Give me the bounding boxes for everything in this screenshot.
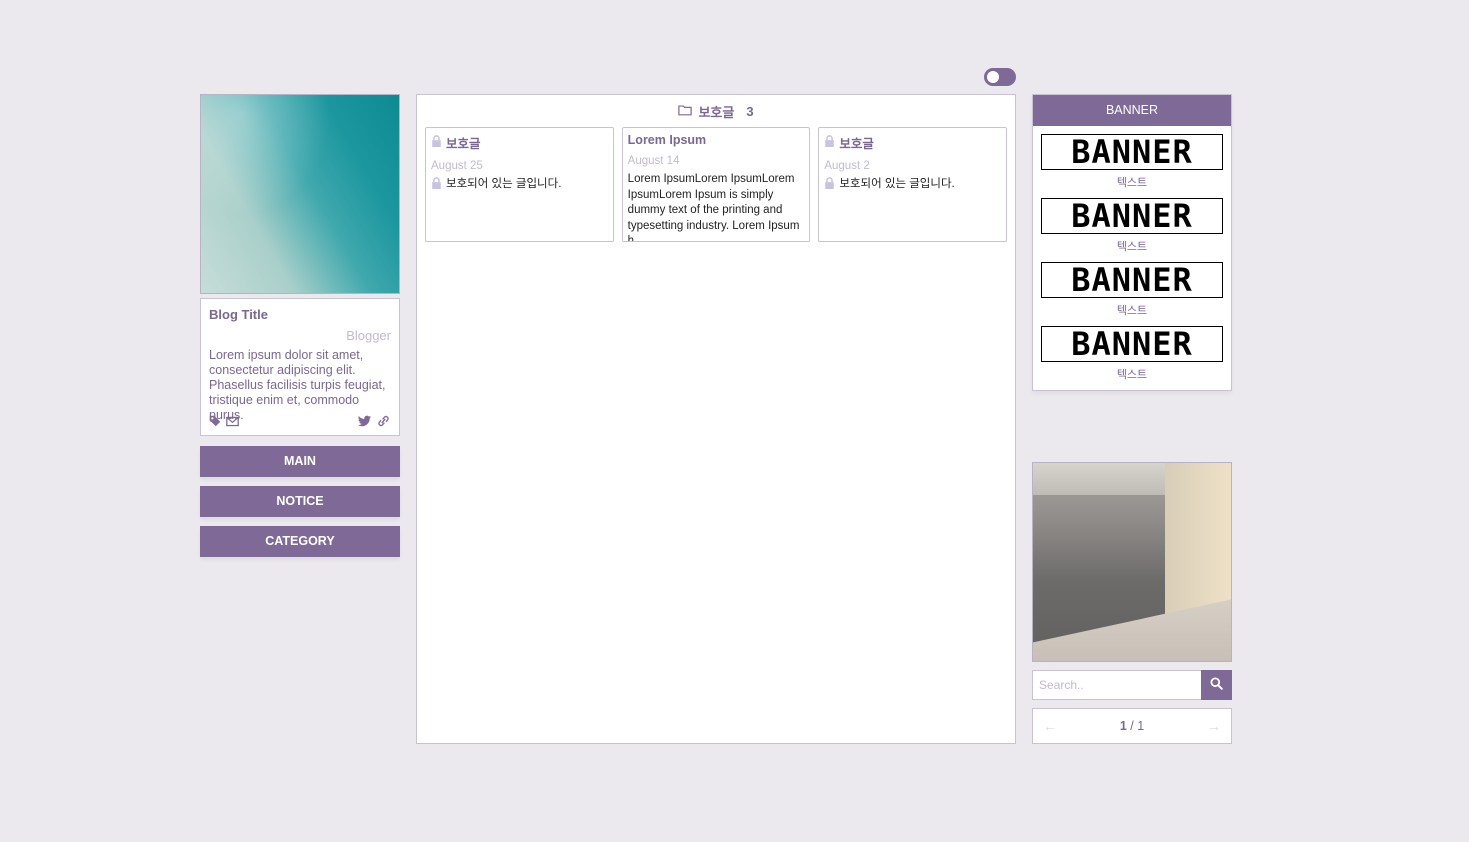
sidebar-photo xyxy=(1032,462,1232,662)
prev-page-arrow-icon[interactable]: ← xyxy=(1043,718,1057,734)
post-excerpt: 보호되어 있는 글입니다. xyxy=(446,178,562,190)
blog-title: Blog Title xyxy=(209,307,268,322)
banner-item: BANNER 텍스트 xyxy=(1033,326,1231,382)
nav-category-button[interactable]: CATEGORY xyxy=(200,526,400,557)
post-card[interactable]: 보호글 August 2 보호되어 있는 글입니다. xyxy=(818,127,1008,242)
lock-icon xyxy=(431,135,442,150)
link-icon[interactable] xyxy=(376,415,391,427)
banner-item: BANNER 텍스트 xyxy=(1033,198,1231,254)
post-excerpt: 보호되어 있는 글입니다. xyxy=(839,178,955,190)
post-title: Lorem Ipsum xyxy=(627,133,707,147)
banner-item: BANNER 텍스트 xyxy=(1033,262,1231,318)
category-count: 3 xyxy=(746,103,754,119)
theme-toggle[interactable] xyxy=(984,68,1016,86)
tag-icon[interactable] xyxy=(209,415,221,427)
post-date: August 2 xyxy=(824,160,870,172)
search-icon xyxy=(1210,677,1223,693)
search-bar xyxy=(1032,670,1232,700)
twitter-icon[interactable] xyxy=(358,415,371,427)
nav-main-button[interactable]: MAIN xyxy=(200,446,400,477)
blogger-name: Blogger xyxy=(346,328,391,343)
banner-caption: 텍스트 xyxy=(1116,177,1148,189)
lock-icon xyxy=(824,177,835,195)
banner-image[interactable]: BANNER xyxy=(1041,262,1223,298)
blog-description: Lorem ipsum dolor sit amet, consectetur … xyxy=(209,348,386,422)
page-indicator: 1 / 1 xyxy=(1120,719,1144,733)
post-date: August 25 xyxy=(431,160,483,172)
folder-icon xyxy=(678,104,693,119)
banner-header: BANNER xyxy=(1033,95,1231,126)
category-header: 보호글 3 xyxy=(417,95,1015,127)
post-list: 보호글 August 25 보호되어 있는 글입니다. Lorem Ipsum … xyxy=(417,127,1015,242)
nav-notice-button[interactable]: NOTICE xyxy=(200,486,400,517)
pagination: ← 1 / 1 → xyxy=(1032,708,1232,744)
banner-image[interactable]: BANNER xyxy=(1041,198,1223,234)
post-card[interactable]: 보호글 August 25 보호되어 있는 글입니다. xyxy=(425,127,614,242)
banner-image[interactable]: BANNER xyxy=(1041,326,1223,362)
next-page-arrow-icon[interactable]: → xyxy=(1207,718,1221,734)
mail-icon[interactable] xyxy=(226,416,239,427)
left-sidebar: Blog Title Blogger Lorem ipsum dolor sit… xyxy=(200,94,400,557)
banner-image[interactable]: BANNER xyxy=(1041,134,1223,170)
post-card[interactable]: Lorem Ipsum August 14 Lorem IpsumLorem I… xyxy=(621,127,811,242)
total-pages: 1 xyxy=(1137,719,1145,733)
page-separator: / xyxy=(1130,719,1134,733)
banner-caption: 텍스트 xyxy=(1116,241,1148,253)
search-input[interactable] xyxy=(1032,670,1201,700)
search-button[interactable] xyxy=(1201,670,1232,700)
post-title: 보호글 xyxy=(839,137,874,151)
profile-icons xyxy=(209,415,391,427)
post-title: 보호글 xyxy=(446,137,481,151)
profile-card: Blog Title Blogger Lorem ipsum dolor sit… xyxy=(200,298,400,436)
banner-caption: 텍스트 xyxy=(1116,305,1148,317)
post-date: August 14 xyxy=(627,155,680,167)
right-sidebar: BANNER BANNER 텍스트 BANNER 텍스트 BANNER 텍스트 … xyxy=(1032,94,1232,744)
main-content: 보호글 3 보호글 August 25 보호되어 있는 글입니다. Lorem … xyxy=(416,94,1016,744)
banner-item: BANNER 텍스트 xyxy=(1033,134,1231,190)
category-name: 보호글 xyxy=(698,104,735,120)
profile-image xyxy=(200,94,400,294)
banner-widget: BANNER BANNER 텍스트 BANNER 텍스트 BANNER 텍스트 … xyxy=(1032,94,1232,391)
lock-icon xyxy=(431,177,442,195)
banner-caption: 텍스트 xyxy=(1116,369,1148,381)
current-page: 1 xyxy=(1119,719,1127,733)
post-excerpt: Lorem IpsumLorem IpsumLorem IpsumLorem I… xyxy=(627,173,800,242)
lock-icon xyxy=(824,135,835,150)
